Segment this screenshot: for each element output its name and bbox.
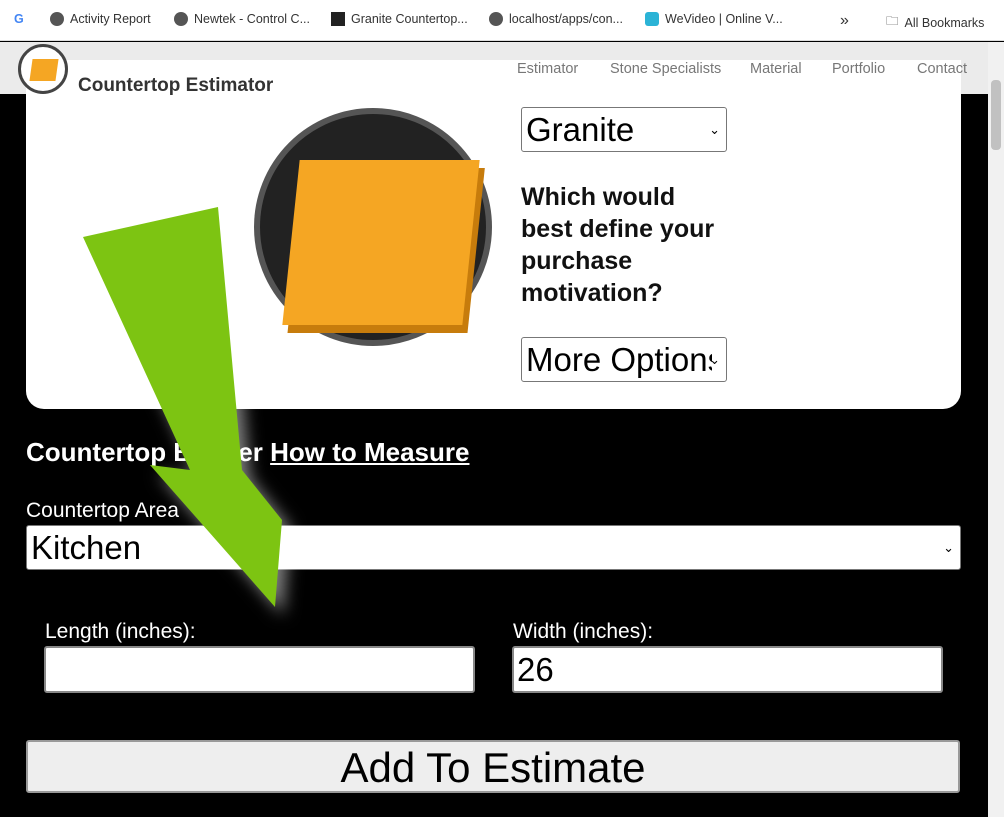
green-arrow-shape bbox=[83, 207, 282, 607]
annotation-arrow bbox=[83, 207, 282, 607]
